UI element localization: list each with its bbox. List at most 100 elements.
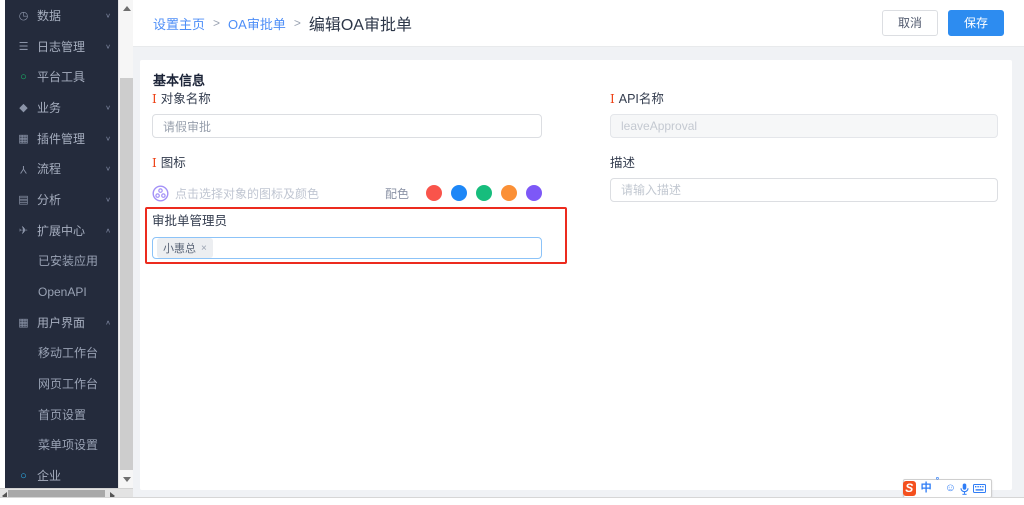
topbar-actions: 取消 保存 (882, 10, 1004, 36)
sidebar-item-label: 企业 (37, 467, 61, 484)
approval-admin-label: 审批单管理员 (152, 214, 227, 228)
icon-picker-text: 点击选择对象的图标及颜色 (175, 185, 319, 202)
ime-mic-icon[interactable] (960, 483, 969, 495)
sidebar-menu: ◷数据∨☰日志管理∨○平台工具◆业务∨▦插件管理∨Y流程∨▤分析∨✈扩展中心∧已… (5, 0, 118, 488)
sidebar-item[interactable]: 网页工作台 (5, 368, 118, 399)
sidebar-item-label: OpenAPI (38, 285, 87, 299)
chevron-down-icon: ∨ (105, 196, 111, 203)
chevron-down-icon: ∨ (105, 165, 111, 172)
ime-language-toggle[interactable]: 中 (921, 480, 932, 497)
admin-tag: 小惠总 × (157, 238, 213, 258)
field-description: 描述 (610, 152, 998, 202)
field-api-name: IAPI名称 (610, 88, 998, 138)
palette-color-dot[interactable] (501, 185, 517, 201)
sidebar-item[interactable]: OpenAPI (5, 276, 118, 307)
chevron-down-icon: ∨ (105, 42, 111, 49)
cancel-button[interactable]: 取消 (882, 10, 938, 36)
required-mark: I (152, 92, 157, 106)
ime-emoji-icon[interactable]: ☺ (945, 480, 956, 497)
ui-grid-icon: ▦ (16, 316, 31, 329)
sidebar-item[interactable]: 首页设置 (5, 399, 118, 430)
scroll-down-arrow-icon[interactable] (123, 477, 131, 482)
api-name-label: API名称 (619, 92, 664, 106)
sidebar-item-label: 移动工作台 (38, 344, 98, 361)
sidebar-item[interactable]: 已安装应用 (5, 246, 118, 277)
section-title: 基本信息 (153, 70, 205, 89)
sidebar-vertical-scrollbar[interactable] (118, 0, 133, 488)
sidebar-item[interactable]: ▦ 用户界面 ∧ (5, 307, 118, 338)
vertical-scrollbar-thumb[interactable] (120, 78, 133, 470)
sidebar-item-label: 已安装应用 (38, 252, 98, 269)
breadcrumb-separator: > (213, 16, 220, 30)
sidebar-item[interactable]: ▤ 分析 ∨ (5, 184, 118, 215)
ime-keyboard-icon[interactable] (973, 484, 986, 493)
sidebar-item[interactable]: ○ 平台工具 (5, 61, 118, 92)
tag-close-icon[interactable]: × (201, 243, 207, 254)
palette-color-dot[interactable] (476, 185, 492, 201)
chevron-up-icon: ∧ (105, 319, 111, 326)
object-name-input[interactable] (152, 114, 542, 138)
sidebar-item-label: 日志管理 (37, 38, 85, 55)
field-approval-admin: 审批单管理员 小惠总 × (152, 210, 542, 259)
palette-color-dot[interactable] (526, 185, 542, 201)
breadcrumb-link-settings-home[interactable]: 设置主页 (153, 14, 205, 33)
sidebar-item[interactable]: ☰ 日志管理 ∨ (5, 31, 118, 62)
sidebar: ◷数据∨☰日志管理∨○平台工具◆业务∨▦插件管理∨Y流程∨▤分析∨✈扩展中心∧已… (5, 0, 118, 488)
chevron-down-icon: ∨ (105, 12, 111, 19)
sidebar-item-label: 数据 (37, 7, 61, 24)
sidebar-item[interactable]: ○企业 (5, 460, 118, 488)
palette-label: 配色 (385, 185, 409, 202)
sidebar-item-label: 插件管理 (37, 130, 85, 147)
palette-color-dot[interactable] (451, 185, 467, 201)
description-label: 描述 (610, 156, 635, 170)
ring-icon: ○ (16, 71, 31, 83)
chevron-down-icon: ∨ (105, 104, 111, 111)
breadcrumb-separator: > (294, 16, 301, 30)
sidebar-item-label: 流程 (37, 160, 61, 177)
sidebar-item-label: 首页设置 (38, 406, 86, 423)
ime-toolbar: S 中 °‚ ☺ (903, 479, 992, 498)
palette-color-dot[interactable] (426, 185, 442, 201)
approval-admin-input[interactable]: 小惠总 × (152, 237, 542, 259)
sidebar-item[interactable]: ▦ 插件管理 ∨ (5, 123, 118, 154)
sidebar-item-label: 业务 (37, 99, 61, 116)
page-title: 编辑OA审批单 (309, 11, 412, 35)
sidebar-item[interactable]: ◆ 业务 ∨ (5, 92, 118, 123)
icon-picker-button[interactable]: 点击选择对象的图标及颜色 (152, 185, 319, 202)
description-input[interactable] (610, 178, 998, 202)
save-button[interactable]: 保存 (948, 10, 1004, 36)
color-palette: 配色 (385, 185, 542, 202)
form-card: 基本信息 I 对象名称 IAPI名称 I 图标 (140, 60, 1012, 490)
sidebar-item[interactable]: Y流程∨ (5, 153, 118, 184)
extension-icon: ✈ (16, 224, 31, 237)
sidebar-item-label: 扩展中心 (37, 222, 85, 239)
sogou-logo-icon[interactable]: S (903, 481, 916, 496)
palette-dots (417, 185, 542, 201)
sidebar-item[interactable]: 移动工作台 (5, 338, 118, 369)
log-list-icon: ☰ (16, 40, 31, 53)
app-window: ◷数据∨☰日志管理∨○平台工具◆业务∨▦插件管理∨Y流程∨▤分析∨✈扩展中心∧已… (0, 0, 1024, 505)
sidebar-item[interactable]: ◷ 数据 ∨ (5, 0, 118, 31)
chevron-up-icon: ∧ (105, 227, 111, 234)
sidebar-item-label: 网页工作台 (38, 375, 98, 392)
topbar: 设置主页 > OA审批单 > 编辑OA审批单 取消 保存 (133, 0, 1024, 47)
sidebar-item-label: 菜单项设置 (38, 436, 98, 453)
icon-label: 图标 (161, 156, 186, 170)
sidebar-item[interactable]: 菜单项设置 (5, 430, 118, 461)
api-name-input (610, 114, 998, 138)
sidebar-item-label: 平台工具 (37, 68, 85, 85)
clock-icon: ◷ (16, 9, 31, 22)
chevron-down-icon: ∨ (105, 134, 111, 141)
icon-picker-icon (152, 185, 169, 202)
plugin-grid-icon: ▦ (16, 132, 31, 145)
business-icon: ◆ (16, 101, 31, 114)
sidebar-item-label: 用户界面 (37, 314, 85, 331)
scroll-up-arrow-icon[interactable] (123, 6, 131, 11)
field-object-name: I 对象名称 (152, 88, 542, 138)
breadcrumb-link-oa-form[interactable]: OA审批单 (228, 14, 286, 33)
analysis-chart-icon: ▤ (16, 193, 31, 206)
sidebar-item-label: 分析 (37, 191, 61, 208)
required-mark: I (152, 156, 157, 170)
object-name-label: 对象名称 (161, 92, 211, 106)
sidebar-item[interactable]: ✈ 扩展中心 ∧ (5, 215, 118, 246)
